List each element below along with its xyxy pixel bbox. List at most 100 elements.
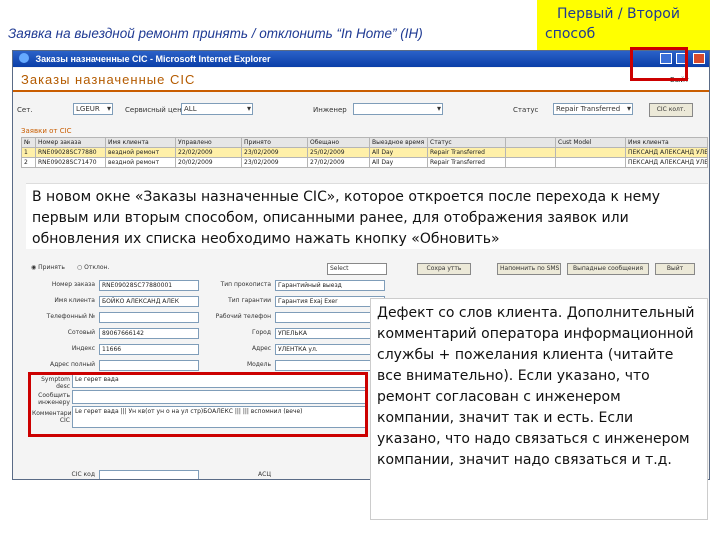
table-cell: 23/02/2009 [241, 147, 308, 158]
form-field[interactable]: УПЕЛЬКА [275, 328, 385, 339]
form-field[interactable] [275, 312, 385, 323]
form-field[interactable]: RNE09028SC77880001 [99, 280, 199, 291]
column-header[interactable]: Принято [241, 137, 308, 148]
table-cell: 1 [21, 147, 36, 158]
page-header: Заказы назначенные CIC Выйт [13, 68, 709, 92]
filter-select-1[interactable]: LGEUR [73, 103, 113, 115]
accept-radio-label: Принять [38, 264, 65, 271]
table-cell: 25/02/2009 [307, 147, 370, 158]
table-cell [505, 147, 556, 158]
form-label: CIC код [71, 471, 96, 478]
form-row: Номер заказа RNE09028SC77880001 Тип прок… [27, 279, 387, 294]
column-header[interactable]: Обещано [307, 137, 370, 148]
form-field[interactable]: Гарантия Еxaj Exer [275, 296, 385, 307]
form-field[interactable] [99, 312, 199, 323]
table-cell: вездной ремонт [105, 147, 176, 158]
defect-explanation-note: Дефект со слов клиента. Дополнительный к… [370, 298, 708, 520]
column-header[interactable]: Статус [427, 137, 506, 148]
refresh-button[interactable]: CIC колт. [649, 103, 693, 117]
table-cell [555, 147, 626, 158]
form-label: Адрес полный [50, 361, 95, 368]
form-label: АСЦ [258, 471, 271, 478]
form-row: Телефонный № Рабочий телефон [27, 311, 387, 326]
refresh-highlight-frame [630, 47, 688, 81]
form-row: Индекс 11666 Адрес УЛЕНТКА ул. [27, 343, 387, 358]
messages-button[interactable]: Выпадные сообщения [567, 263, 649, 275]
reject-radio[interactable]: ○ Отклон. [77, 264, 109, 271]
form-field[interactable] [99, 360, 199, 371]
column-header[interactable]: Выездное время [369, 137, 428, 148]
table-cell: 27/02/2009 [307, 157, 370, 168]
form-label: Имя клиента [54, 297, 95, 304]
form-label: Сотовый [67, 329, 95, 336]
page-title: Заказы назначенные CIC [21, 72, 196, 87]
table-cell: 20/02/2009 [175, 157, 242, 168]
form-label: Телефонный № [46, 313, 95, 320]
table-cell: 2 [21, 157, 36, 168]
column-header[interactable]: Номер заказа [35, 137, 106, 148]
save-button[interactable]: Сохра утть [417, 263, 471, 275]
form-field[interactable]: 11666 [99, 344, 199, 355]
status-select[interactable]: Repair Transferred [553, 103, 633, 115]
sms-button[interactable]: Напомнить по SMS [497, 263, 561, 275]
column-header[interactable]: Имя клиента [625, 137, 708, 148]
slide-title: Заявка на выездной ремонт принять / откл… [8, 26, 423, 41]
form-field[interactable]: Гарантийный выезд [275, 280, 385, 291]
form-label: Рабочий телефон [215, 313, 271, 320]
filter-label-1: Сет. [17, 106, 33, 114]
table-cell: ПЕКСАНД АЛЕКСАНД УЛЕНЕ [625, 157, 708, 168]
table-cell: Repair Transferred [427, 147, 506, 158]
action-select[interactable]: Select [327, 263, 387, 275]
refresh-instruction-note: В новом окне «Заказы назначенные CIC», к… [26, 183, 708, 249]
form-row: CIC код АСЦ [27, 469, 387, 479]
status-label: Статус [513, 106, 539, 114]
table-cell: ПЕКСАНД АЛЕКСАНД УЛЕНЕ [625, 147, 708, 158]
table-cell: All Day [369, 147, 428, 158]
table-cell [555, 157, 626, 168]
table-cell [505, 157, 556, 168]
form-label: Адрес [251, 345, 271, 352]
column-header[interactable]: № [21, 137, 36, 148]
column-header[interactable]: Имя клиента [105, 137, 176, 148]
slide: Заявка на выездной ремонт принять / откл… [0, 0, 720, 540]
table-row[interactable]: 2 RNE09028SC71470 вездной ремонт 20/02/2… [21, 157, 708, 168]
order-toolbar: ◉ Принять ○ Отклон. Select Сохра утть На… [27, 261, 709, 277]
table-cell: 23/02/2009 [241, 157, 308, 168]
table-cell: RNE09028SC71470 [35, 157, 106, 168]
reject-radio-label: Отклон. [84, 264, 110, 271]
table-header-row: № Номер заказа Имя клиента Управлено При… [21, 137, 708, 148]
window-titlebar[interactable]: Заказы назначенные CIC - Microsoft Inter… [13, 51, 709, 67]
form-label: Тип прокописта [220, 281, 271, 288]
filter-row: Сет. LGEUR Сервисный центр ALL Инженер С… [13, 96, 709, 122]
orders-list-heading: Заявки от CIC [21, 127, 72, 135]
filter-label-3: Инженер [313, 106, 347, 114]
header-divider [13, 90, 709, 92]
form-field[interactable]: УЛЕНТКА ул. [275, 344, 385, 355]
yellow-callout-line2: способ [545, 26, 596, 42]
form-label: Город [252, 329, 271, 336]
cic-code-field[interactable] [99, 470, 199, 479]
close-icon[interactable] [693, 53, 705, 64]
form-field[interactable]: БОЙКО АЛЕКСАНД АЛЕК [99, 296, 199, 307]
table-cell: All Day [369, 157, 428, 168]
table-cell: RNE09028SC77880 [35, 147, 106, 158]
accept-radio[interactable]: ◉ Принять [31, 264, 65, 271]
form-label: Модель [246, 361, 271, 368]
engineer-select[interactable] [353, 103, 443, 115]
form-label: Тип гарантии [228, 297, 271, 304]
table-row[interactable]: 1 RNE09028SC77880 вездной ремонт 22/02/2… [21, 147, 708, 158]
form-field[interactable] [275, 360, 385, 371]
table-cell: вездной ремонт [105, 157, 176, 168]
ie-icon [19, 53, 29, 63]
form-row: Имя клиента БОЙКО АЛЕКСАНД АЛЕК Тип гара… [27, 295, 387, 310]
form-label: Индекс [71, 345, 95, 352]
filter-select-2[interactable]: ALL [181, 103, 253, 115]
orders-table: № Номер заказа Имя клиента Управлено При… [21, 137, 708, 168]
column-header[interactable] [505, 137, 556, 148]
form-field[interactable]: 89067666142 [99, 328, 199, 339]
yellow-callout: Первый / Второй способ [537, 0, 710, 52]
column-header[interactable]: Cust Model [555, 137, 626, 148]
column-header[interactable]: Управлено [175, 137, 242, 148]
exit-button[interactable]: Выйт [655, 263, 695, 275]
table-cell: Repair Transferred [427, 157, 506, 168]
